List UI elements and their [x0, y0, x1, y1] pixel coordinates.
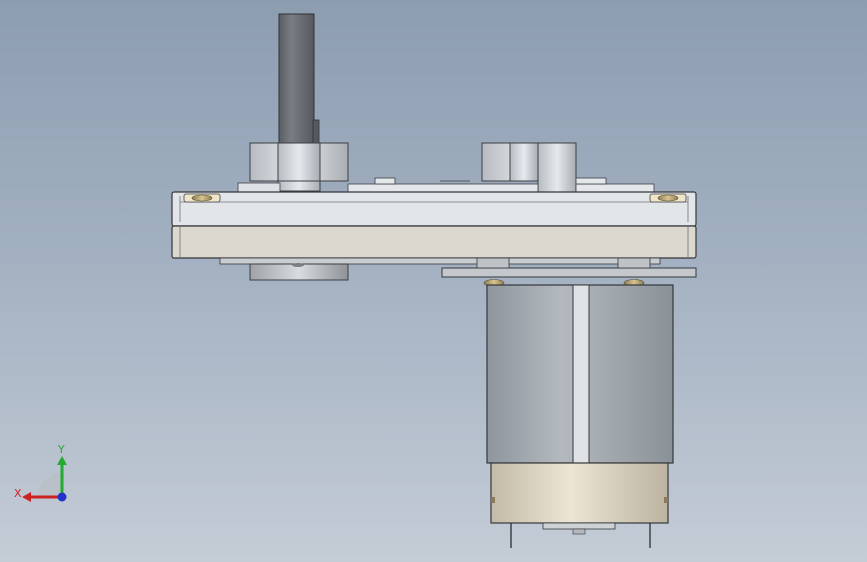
triad-z-axis	[57, 492, 67, 502]
gear-motor-model[interactable]	[0, 0, 867, 562]
housing-screw-right[interactable]	[649, 193, 687, 203]
triad-plane-fill	[38, 473, 62, 497]
shaft-bottom-hub[interactable]	[249, 263, 349, 281]
shaft-boss[interactable]	[237, 142, 349, 193]
triad-y-arrowhead	[57, 456, 67, 465]
motor-can[interactable]	[486, 284, 674, 464]
output-shaft[interactable]	[278, 13, 320, 155]
coordinate-triad-icon: Y X	[14, 443, 67, 502]
gearbox-housing[interactable]	[171, 191, 697, 265]
triad-y-label: Y	[57, 443, 65, 456]
motor-end-cap[interactable]	[490, 462, 669, 535]
graphics-viewport[interactable]: Y X	[0, 0, 867, 562]
triad-x-label: X	[14, 487, 22, 500]
triad-x-arrowhead	[22, 492, 31, 502]
housing-screw-left[interactable]	[183, 193, 221, 203]
